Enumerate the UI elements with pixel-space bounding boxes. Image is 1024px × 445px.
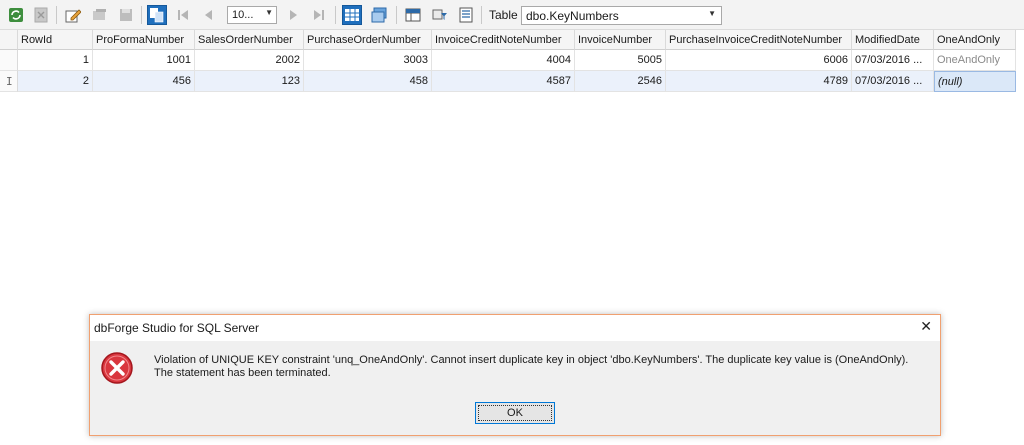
table-cell[interactable]: 458 (304, 71, 432, 92)
column-header[interactable]: SalesOrderNumber (195, 30, 304, 50)
table-cell[interactable]: 456 (93, 71, 195, 92)
row-selector[interactable] (0, 50, 18, 71)
error-dialog: dbForge Studio for SQL Server ✕ Violatio… (89, 314, 941, 436)
page-size-value: 10... (232, 9, 254, 21)
dialog-title-bar[interactable]: dbForge Studio for SQL Server ✕ (90, 315, 940, 341)
dialog-message-line: The statement has been terminated. (154, 367, 331, 379)
table-cell-selected[interactable]: (null) (934, 71, 1016, 92)
table-cell[interactable]: 3003 (304, 50, 432, 71)
row-selector[interactable]: I (0, 71, 18, 92)
save-icon[interactable] (116, 5, 136, 25)
column-header[interactable]: OneAndOnly (934, 30, 1016, 50)
table-cell[interactable]: 4004 (432, 50, 575, 71)
table-cell[interactable]: 6006 (666, 50, 852, 71)
table-cell[interactable]: 4789 (666, 71, 852, 92)
focus-rectangle (478, 405, 552, 421)
text-cursor-icon: I (6, 75, 13, 88)
filter-icon[interactable] (430, 5, 450, 25)
insert-icon[interactable] (90, 5, 110, 25)
first-page-icon[interactable] (173, 5, 193, 25)
show-all-records-icon[interactable] (147, 5, 167, 25)
table-cell[interactable]: 1 (18, 50, 93, 71)
table-cell[interactable]: 5005 (575, 50, 666, 71)
column-header[interactable]: RowId (18, 30, 93, 50)
column-header[interactable]: PurchaseOrderNumber (304, 30, 432, 50)
grid-toolbar: 10... ▼ Table dbo.KeyNumbers ▼ (0, 0, 1024, 30)
table-cell[interactable]: 2546 (575, 71, 666, 92)
dialog-message: Violation of UNIQUE KEY constraint 'unq_… (154, 354, 908, 380)
column-header[interactable]: ModifiedDate (852, 30, 934, 50)
column-header[interactable]: ProFormaNumber (93, 30, 195, 50)
table-cell[interactable]: 1001 (93, 50, 195, 71)
print-icon[interactable] (456, 5, 476, 25)
column-header[interactable]: InvoiceNumber (575, 30, 666, 50)
error-icon (100, 351, 134, 388)
card-view-icon[interactable] (369, 5, 389, 25)
grid-view-icon[interactable] (342, 5, 362, 25)
table-cell[interactable]: 123 (195, 71, 304, 92)
cancel-icon[interactable] (31, 5, 51, 25)
table-cell[interactable]: 2 (18, 71, 93, 92)
dialog-title: dbForge Studio for SQL Server (94, 321, 259, 335)
table-select-value: dbo.KeyNumbers (526, 9, 619, 23)
edit-icon[interactable] (63, 5, 83, 25)
last-page-icon[interactable] (309, 5, 329, 25)
table-cell[interactable]: 07/03/2016 ... (852, 71, 934, 92)
refresh-icon[interactable] (6, 5, 26, 25)
table-cell[interactable]: 2002 (195, 50, 304, 71)
column-header[interactable]: PurchaseInvoiceCreditNoteNumber (666, 30, 852, 50)
table-cell[interactable]: 07/03/2016 ... (852, 50, 934, 71)
table-cell[interactable]: 4587 (432, 71, 575, 92)
next-page-icon[interactable] (283, 5, 303, 25)
chevron-down-icon: ▼ (708, 9, 716, 18)
column-header[interactable]: InvoiceCreditNoteNumber (432, 30, 575, 50)
close-icon[interactable]: ✕ (920, 318, 932, 335)
previous-page-icon[interactable] (199, 5, 219, 25)
dialog-message-line: Violation of UNIQUE KEY constraint 'unq_… (154, 354, 909, 366)
table-select[interactable]: dbo.KeyNumbers ▼ (521, 6, 722, 25)
ok-button[interactable]: OK (475, 402, 555, 424)
data-viewer-icon[interactable] (403, 5, 423, 25)
chevron-down-icon: ▼ (265, 8, 273, 17)
page-size-dropdown[interactable]: 10... ▼ (227, 6, 277, 24)
table-cell[interactable]: OneAndOnly (934, 50, 1016, 71)
table-label: Table (489, 8, 518, 22)
row-selector-header (0, 30, 18, 50)
